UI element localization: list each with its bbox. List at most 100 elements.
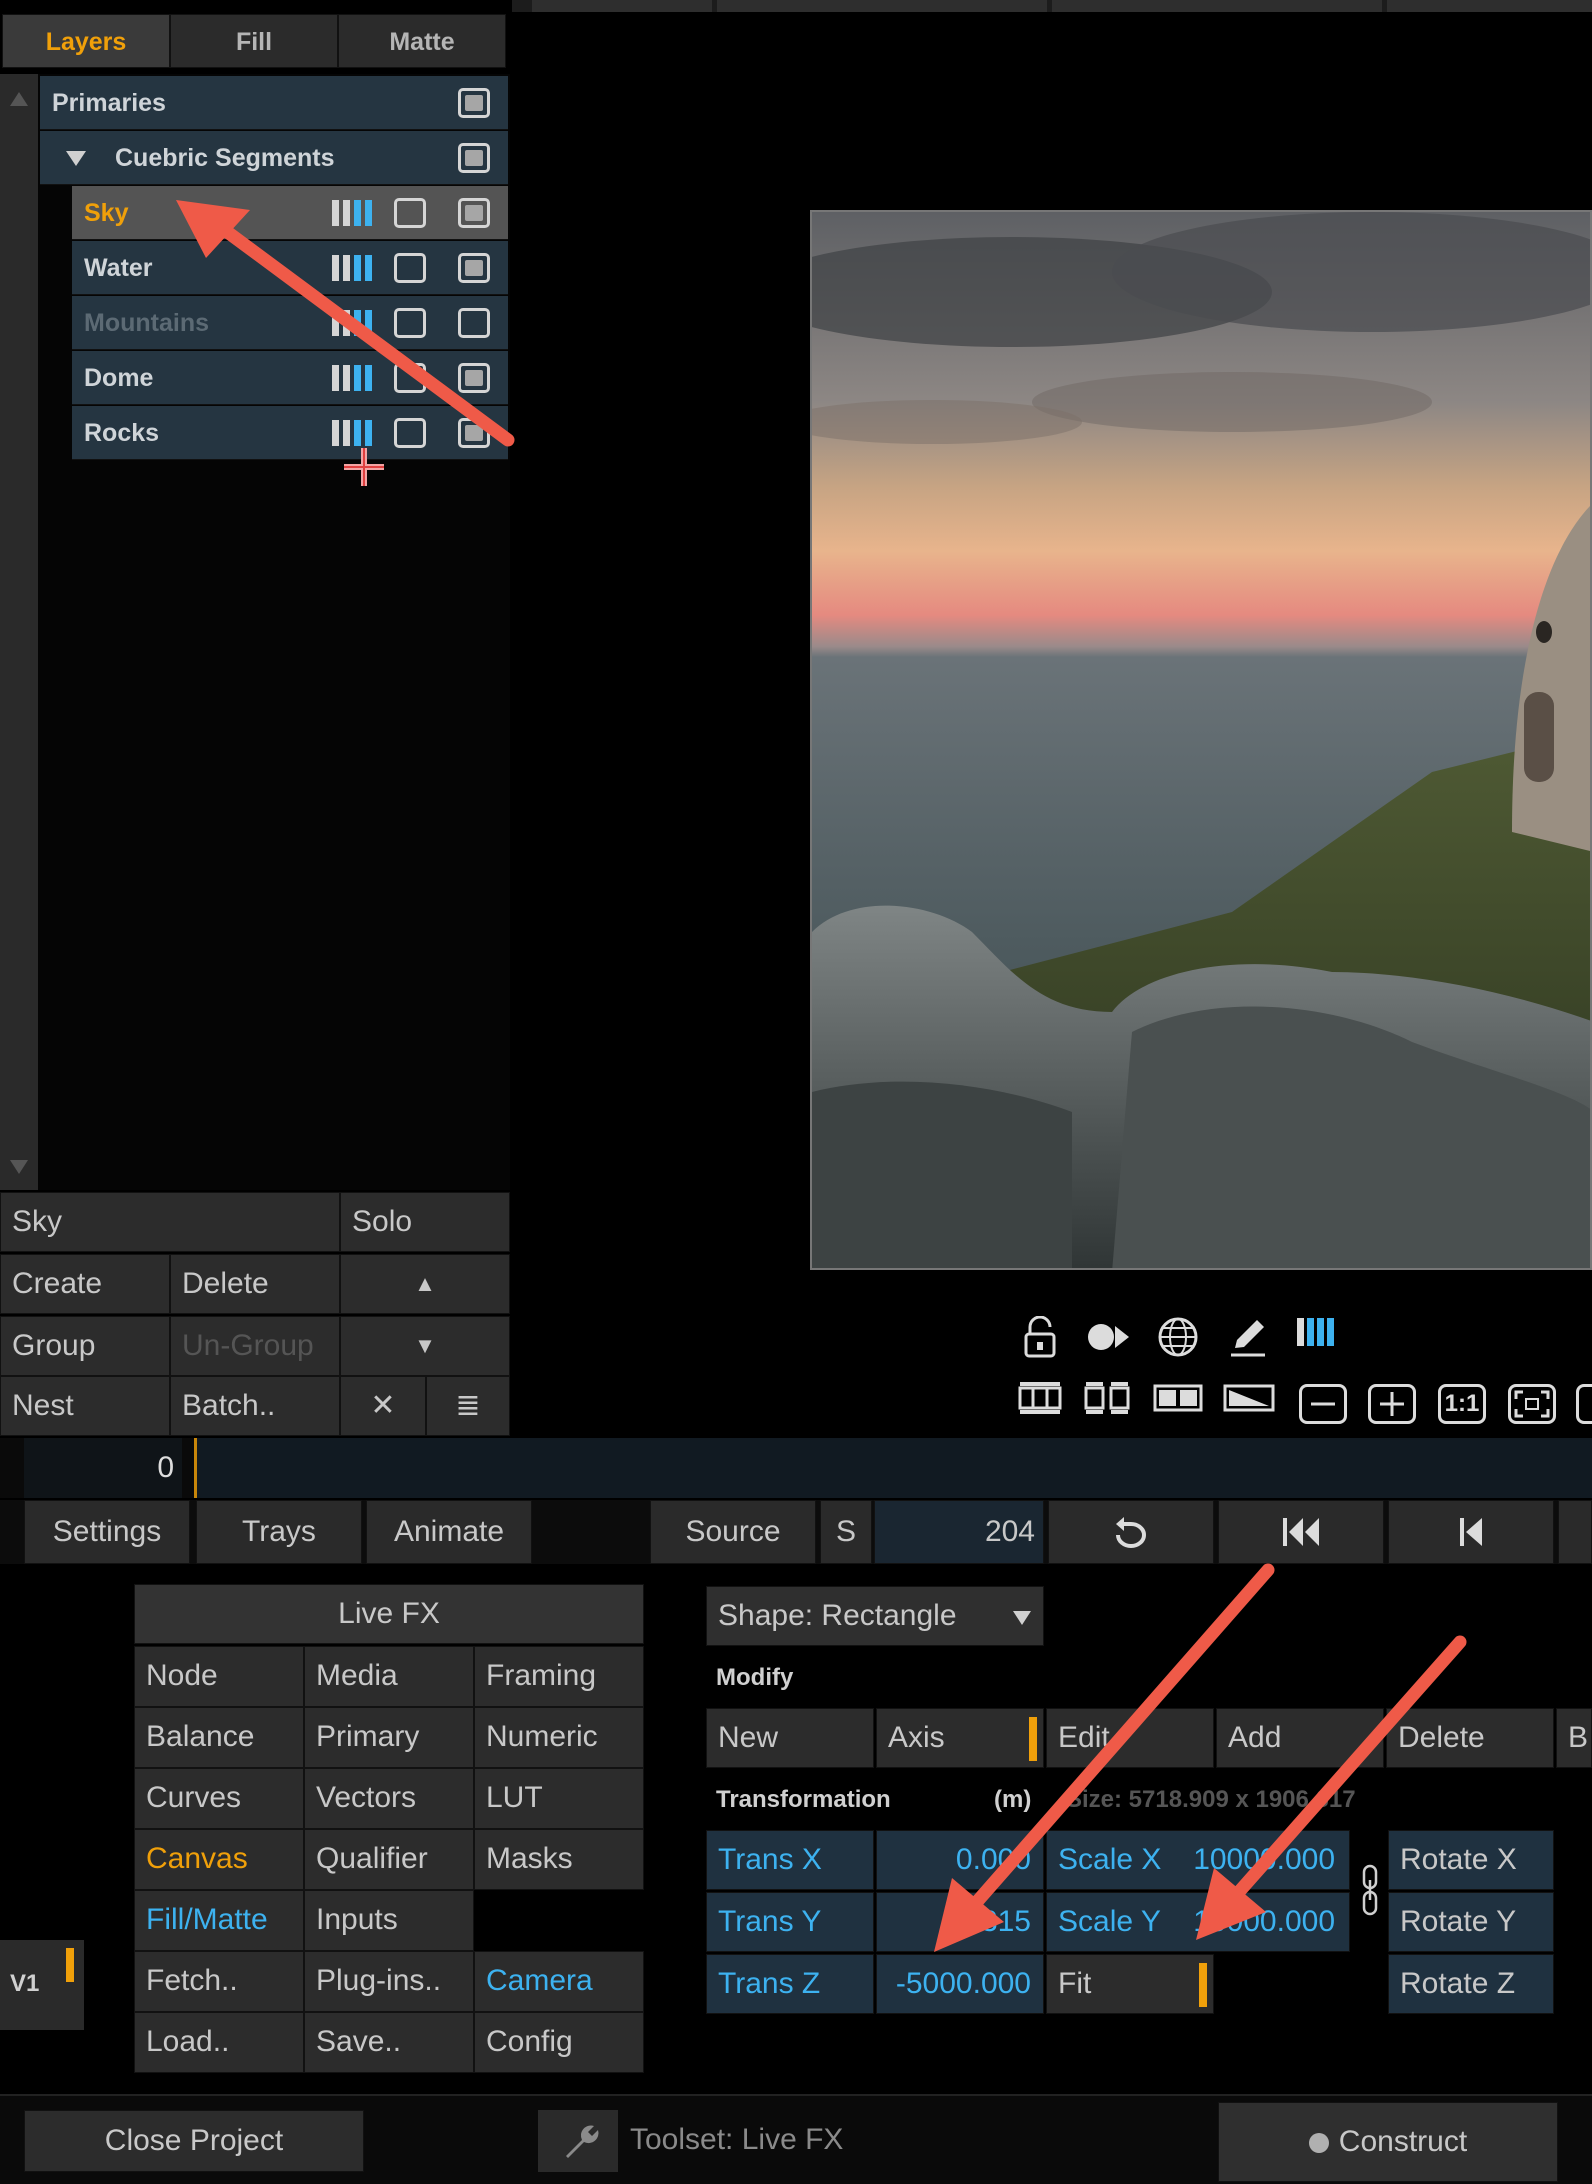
layer-visibility-icon[interactable] [458, 363, 490, 393]
layer-row-mountains[interactable]: Mountains [72, 296, 508, 350]
layer-matte-icon[interactable] [394, 418, 426, 448]
menu-item-config[interactable]: Config [474, 2012, 644, 2073]
color-bars-icon[interactable] [332, 310, 378, 336]
split-frames-icon[interactable] [1083, 1382, 1133, 1424]
globe-icon[interactable] [1153, 1316, 1203, 1358]
wrench-icon[interactable] [538, 2110, 618, 2172]
animate-button[interactable]: Animate [366, 1500, 532, 1564]
s-button[interactable]: S [820, 1500, 872, 1564]
layer-row-water[interactable]: Water [72, 241, 508, 295]
menu-item-curves[interactable]: Curves [134, 1768, 304, 1829]
add-button[interactable]: Add [1216, 1708, 1384, 1768]
menu-item-lut[interactable]: LUT [474, 1768, 644, 1829]
trans-z-label[interactable]: Trans Z [706, 1954, 874, 2014]
zoom-1to1-icon[interactable]: 1:1 [1438, 1384, 1486, 1424]
delete-shape-button[interactable]: Delete [1386, 1708, 1554, 1768]
split-view-icon[interactable] [1153, 1382, 1203, 1424]
skip-to-start-icon[interactable] [1218, 1500, 1384, 1564]
menu-item-save[interactable]: Save.. [304, 2012, 474, 2073]
more-transport[interactable] [1558, 1500, 1592, 1564]
layer-row-sky[interactable]: Sky [72, 186, 508, 240]
menu-item-masks[interactable]: Masks [474, 1829, 644, 1890]
menu-item-vectors[interactable]: Vectors [304, 1768, 474, 1829]
color-bars-icon[interactable] [332, 420, 378, 446]
timeline[interactable]: 0 [0, 1438, 1592, 1498]
rotate-x-field[interactable]: Rotate X [1388, 1830, 1554, 1890]
construct-button[interactable]: Construct [1218, 2102, 1558, 2182]
layer-row-dome[interactable]: Dome [72, 351, 508, 405]
frame-counter[interactable]: 0 [24, 1438, 182, 1498]
layer-row-group[interactable]: Cuebric Segments [40, 131, 508, 185]
tab-fill[interactable]: Fill [170, 14, 338, 68]
frame-count-field[interactable]: 204 [874, 1500, 1044, 1564]
menu-item-primary[interactable]: Primary [304, 1707, 474, 1768]
tab-matte[interactable]: Matte [338, 14, 506, 68]
layer-scrollbar[interactable] [0, 74, 38, 1190]
delete-button[interactable]: Delete [170, 1254, 340, 1314]
menu-item-inputs[interactable]: Inputs [304, 1890, 474, 1951]
rotate-y-field[interactable]: Rotate Y [1388, 1892, 1554, 1952]
list-menu-icon[interactable]: ≣ [426, 1376, 510, 1436]
axis-button[interactable]: Axis [876, 1708, 1044, 1768]
scroll-up-icon[interactable] [10, 92, 28, 106]
menu-item-framing[interactable]: Framing [474, 1646, 644, 1707]
current-layer-name[interactable]: Sky [0, 1192, 340, 1252]
layer-visibility-icon[interactable] [458, 253, 490, 283]
nest-button[interactable]: Nest [0, 1376, 170, 1436]
edit-button[interactable]: Edit [1046, 1708, 1214, 1768]
scale-y-field[interactable]: Scale Y 10000.000 [1046, 1892, 1350, 1952]
settings-button[interactable]: Settings [24, 1500, 190, 1564]
menu-item-numeric[interactable]: Numeric [474, 1707, 644, 1768]
menu-item-fill-matte[interactable]: Fill/Matte [134, 1890, 304, 1951]
solo-button[interactable]: Solo [340, 1192, 510, 1252]
batch-button[interactable]: Batch.. [170, 1376, 340, 1436]
fit-button[interactable]: Fit [1046, 1954, 1214, 2014]
track-v1[interactable]: V1 [0, 1940, 84, 2030]
triangle-down-icon[interactable] [66, 151, 86, 166]
record-arrow-icon[interactable] [1083, 1316, 1133, 1358]
new-shape-button[interactable]: New [706, 1708, 874, 1768]
fit-to-frame-icon[interactable] [1508, 1384, 1556, 1424]
create-button[interactable]: Create [0, 1254, 170, 1314]
layer-matte-icon[interactable] [394, 308, 426, 338]
lock-icon[interactable] [1015, 1315, 1065, 1358]
layer-matte-icon[interactable] [394, 198, 426, 228]
step-back-icon[interactable] [1388, 1500, 1554, 1564]
wipe-icon[interactable] [1223, 1382, 1275, 1424]
menu-item-fetch[interactable]: Fetch.. [134, 1951, 304, 2012]
group-button[interactable]: Group [0, 1316, 170, 1376]
color-bars-icon[interactable] [332, 200, 378, 226]
layer-visibility-icon[interactable] [458, 418, 490, 448]
menu-item-qualifier[interactable]: Qualifier [304, 1829, 474, 1890]
ungroup-button[interactable]: Un-Group [170, 1316, 340, 1376]
more-view-icon[interactable] [1576, 1384, 1592, 1424]
color-bars-icon[interactable] [332, 365, 378, 391]
trans-z-value[interactable]: -5000.000 [876, 1954, 1044, 2014]
menu-item-plug-ins[interactable]: Plug-ins.. [304, 1951, 474, 2012]
color-bars-icon[interactable] [332, 255, 378, 281]
tab-layers[interactable]: Layers [2, 14, 170, 68]
trays-button[interactable]: Trays [196, 1500, 362, 1564]
rotate-z-field[interactable]: Rotate Z [1388, 1954, 1554, 2014]
menu-item-load[interactable]: Load.. [134, 2012, 304, 2073]
menu-item-camera[interactable]: Camera [474, 1951, 644, 2012]
trans-x-value[interactable]: 0.000 [876, 1830, 1044, 1890]
shape-dropdown[interactable]: Shape: Rectangle [706, 1586, 1044, 1646]
layer-visibility-icon[interactable] [458, 198, 490, 228]
scroll-down-icon[interactable] [10, 1160, 28, 1174]
layer-visibility-icon[interactable] [458, 143, 490, 173]
menu-item-node[interactable]: Node [134, 1646, 304, 1707]
timeline-track[interactable] [194, 1438, 1592, 1498]
layer-matte-icon[interactable] [394, 363, 426, 393]
layer-row-rocks[interactable]: Rocks [72, 406, 508, 460]
close-icon[interactable]: ✕ [340, 1376, 426, 1436]
layer-visibility-icon[interactable] [458, 88, 490, 118]
layer-visibility-icon[interactable] [458, 308, 490, 338]
film-strip-icon[interactable] [1015, 1382, 1065, 1424]
menu-item-balance[interactable]: Balance [134, 1707, 304, 1768]
close-project-button[interactable]: Close Project [24, 2110, 364, 2172]
trans-x-label[interactable]: Trans X [706, 1830, 874, 1890]
pencil-icon[interactable] [1223, 1316, 1273, 1358]
layer-matte-icon[interactable] [394, 253, 426, 283]
trans-y-label[interactable]: Trans Y [706, 1892, 874, 1952]
